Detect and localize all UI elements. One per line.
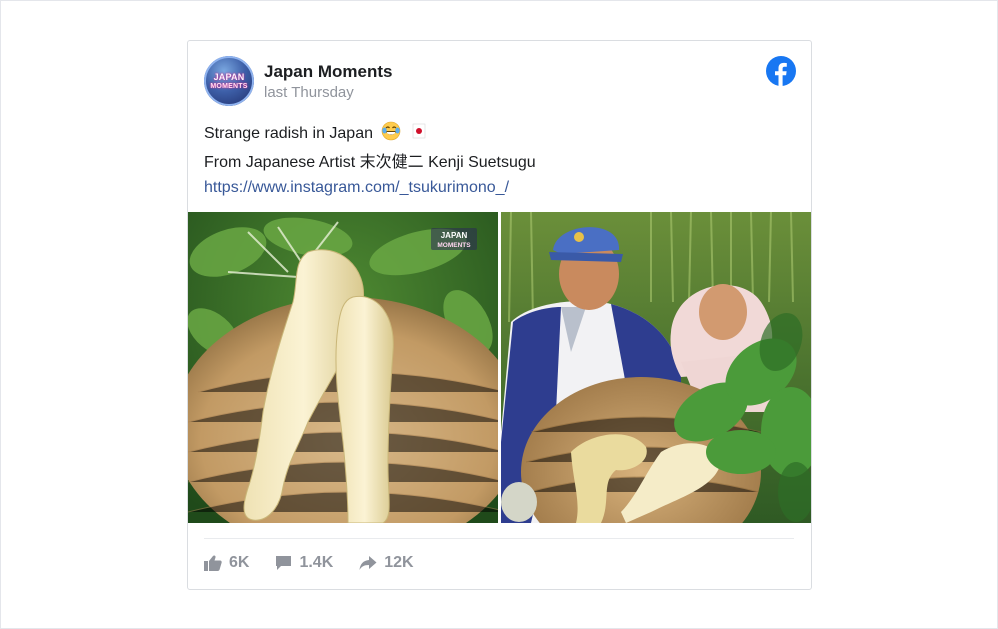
speech-bubble-icon bbox=[276, 556, 292, 570]
instagram-link[interactable]: https://www.instagram.com/_tsukurimono_/ bbox=[204, 177, 509, 198]
share-arrow-icon bbox=[359, 556, 377, 570]
like-count: 6K bbox=[229, 554, 250, 571]
photo-radish-legs[interactable]: JAPAN MOMENTS bbox=[188, 212, 498, 523]
laughing-crying-emoji-icon bbox=[382, 121, 401, 141]
post-text-line1: Strange radish in Japan bbox=[204, 121, 428, 144]
post-timestamp[interactable]: last Thursday bbox=[264, 84, 354, 101]
photo-radish-legs-image: JAPAN MOMENTS bbox=[188, 212, 498, 523]
like-action[interactable]: 6K bbox=[204, 554, 249, 572]
avatar-text-line2: MOMENTS bbox=[210, 83, 248, 90]
post-header: JAPAN MOMENTS Japan Moments last Thursda… bbox=[188, 41, 811, 121]
comment-action[interactable]: 1.4K bbox=[275, 554, 333, 572]
avatar-text-line1: JAPAN bbox=[213, 72, 245, 82]
post-actions: 6K 1.4K 12K bbox=[204, 551, 440, 575]
photo-farmers-image bbox=[501, 212, 811, 523]
watermark-line2: MOMENTS bbox=[437, 242, 471, 249]
comment-count: 1.4K bbox=[299, 554, 334, 571]
watermark-line1: JAPAN bbox=[441, 231, 468, 240]
post-text-line2: From Japanese Artist 末次健二 Kenji Suetsugu bbox=[204, 154, 536, 171]
facebook-post-card: JAPAN MOMENTS Japan Moments last Thursda… bbox=[187, 40, 812, 590]
japan-flag-icon bbox=[412, 123, 426, 139]
actions-divider bbox=[204, 538, 794, 539]
page-avatar[interactable]: JAPAN MOMENTS bbox=[204, 56, 254, 106]
share-action[interactable]: 12K bbox=[359, 554, 414, 572]
post-text-line1-label: Strange radish in Japan bbox=[204, 125, 373, 142]
page-name-link[interactable]: Japan Moments bbox=[264, 62, 392, 82]
share-count: 12K bbox=[384, 554, 414, 571]
photo-farmers[interactable] bbox=[501, 212, 811, 523]
photo-grid: JAPAN MOMENTS bbox=[188, 212, 811, 523]
facebook-icon[interactable] bbox=[766, 56, 796, 86]
thumbs-up-icon bbox=[204, 555, 222, 571]
